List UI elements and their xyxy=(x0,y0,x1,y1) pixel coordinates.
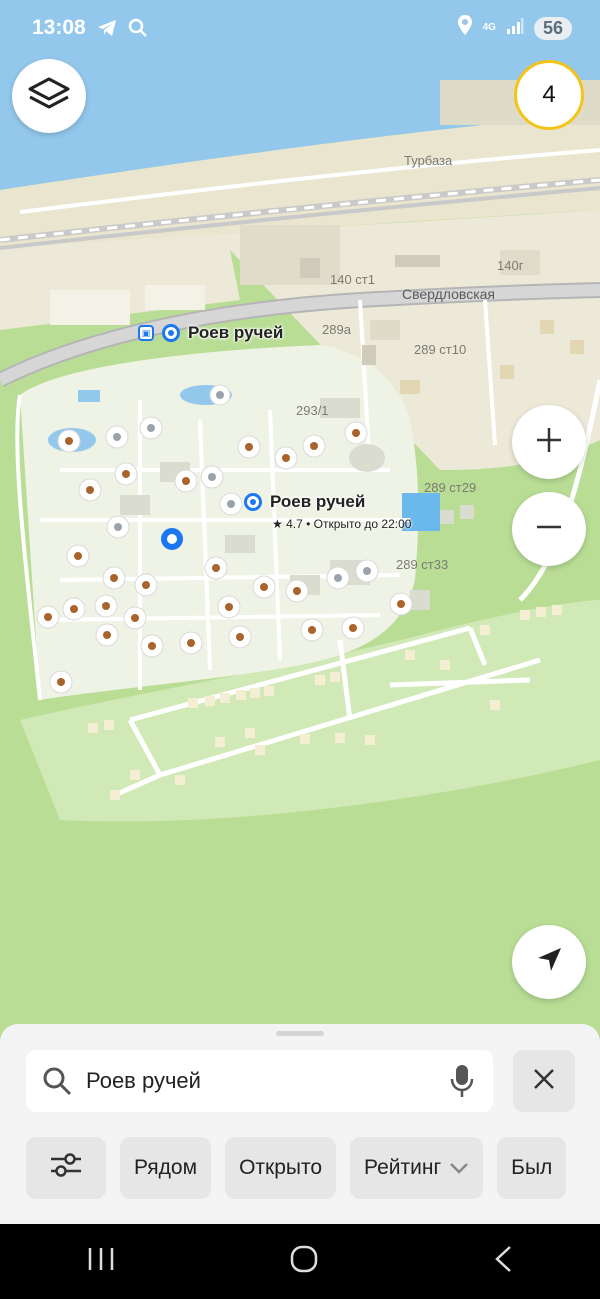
home-icon[interactable] xyxy=(289,1244,319,1279)
search-query: Роев ручей xyxy=(86,1068,201,1093)
search-icon xyxy=(128,18,148,38)
poi-selected-pin[interactable] xyxy=(161,528,183,550)
selected-pin-icon xyxy=(161,528,183,550)
sheet-handle[interactable] xyxy=(276,1031,324,1036)
search-input[interactable]: Роев ручей xyxy=(26,1050,493,1112)
microphone-icon[interactable] xyxy=(449,1064,475,1103)
chip-rating-label: Рейтинг xyxy=(364,1156,442,1179)
chip-nearby[interactable]: Рядом xyxy=(120,1137,212,1199)
label-building-289-st10: 289 ст10 xyxy=(414,342,467,357)
plus-icon xyxy=(535,426,563,459)
locate-me-button[interactable] xyxy=(512,925,586,999)
status-time: 13:08 xyxy=(32,16,86,39)
bus-stop-icon: ▣ xyxy=(138,325,154,341)
close-icon xyxy=(533,1068,555,1095)
filters-button[interactable] xyxy=(26,1137,106,1199)
system-nav-bar xyxy=(0,1224,600,1299)
signal-icon xyxy=(506,16,524,40)
location-pin-icon xyxy=(162,324,180,342)
battery-level: 56 xyxy=(533,16,572,40)
layer-count: 4 xyxy=(542,81,556,108)
filters-icon xyxy=(48,1150,84,1186)
network-type: 4G xyxy=(482,22,496,33)
zoom-out-button[interactable] xyxy=(512,492,586,566)
poi-bus-stop[interactable]: ▣ Роев ручей xyxy=(138,323,283,343)
layers-icon xyxy=(27,75,71,118)
navigation-arrow-icon xyxy=(534,945,564,980)
clear-search-button[interactable] xyxy=(513,1050,575,1112)
layers-button[interactable] xyxy=(12,59,86,133)
chip-rating[interactable]: Рейтинг xyxy=(350,1137,484,1199)
label-building-289a: 289а xyxy=(322,322,351,337)
label-building-140-st1: 140 ст1 xyxy=(330,272,375,287)
search-icon xyxy=(42,1066,72,1096)
status-bar: 13:08 4G 56 xyxy=(0,0,600,56)
poi-zoo[interactable]: Роев ручей xyxy=(244,492,365,512)
chip-open-label: Открыто xyxy=(239,1156,323,1179)
recent-apps-icon[interactable] xyxy=(86,1246,116,1277)
location-icon xyxy=(457,14,473,42)
minus-icon xyxy=(535,513,563,546)
poi-zoo-info: ★ 4.7 • Открыто до 22:00 xyxy=(272,517,412,531)
filter-chips: Рядом Открыто Рейтинг Был xyxy=(26,1137,567,1199)
location-pin-icon xyxy=(244,493,262,511)
poi-zoo-name: Роев ручей xyxy=(270,492,366,511)
layer-count-badge[interactable]: 4 xyxy=(514,60,584,130)
label-building-140g: 140г xyxy=(497,258,524,273)
label-building-293-1: 293/1 xyxy=(296,403,329,418)
back-icon[interactable] xyxy=(492,1244,514,1279)
label-building-289-st29: 289 ст29 xyxy=(424,480,477,495)
zoom-in-button[interactable] xyxy=(512,405,586,479)
telegram-icon xyxy=(96,18,118,38)
label-street-sverdlovskaya: Свердловская xyxy=(402,286,496,302)
chevron-down-icon xyxy=(449,1162,469,1174)
chip-cut-label: Был xyxy=(511,1156,553,1179)
search-sheet: Роев ручей Рядом Открыто Рейтинг Был xyxy=(0,1024,600,1224)
label-turbaza: Турбаза xyxy=(404,153,453,168)
label-building-289-st33: 289 ст33 xyxy=(396,557,449,572)
chip-nearby-label: Рядом xyxy=(134,1156,198,1179)
chip-cut[interactable]: Был xyxy=(497,1137,567,1199)
poi-stop-name: Роев ручей xyxy=(188,323,284,342)
chip-open[interactable]: Открыто xyxy=(225,1137,337,1199)
